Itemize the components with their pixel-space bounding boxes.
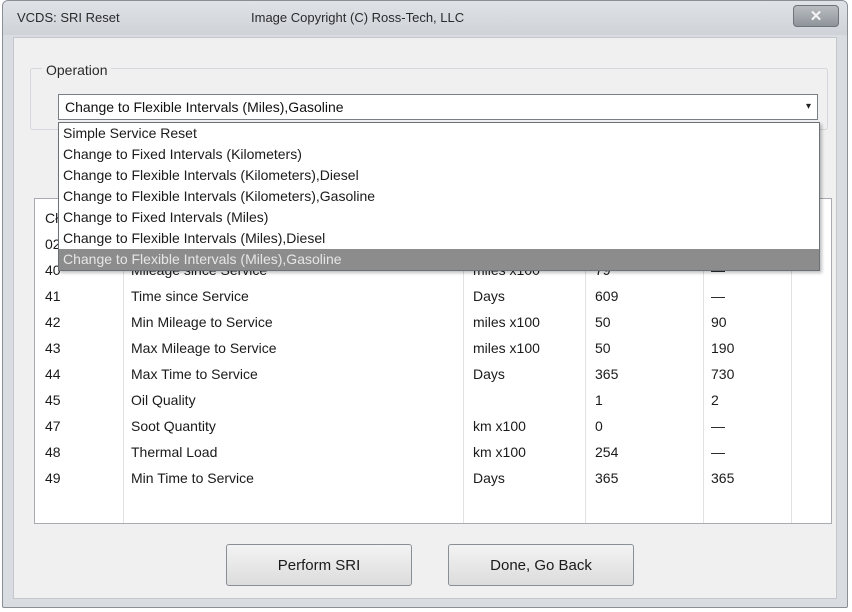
measurement-unit: miles x100: [473, 314, 540, 330]
measurement-name: Soot Quantity: [131, 418, 216, 434]
measurement-name: Min Mileage to Service: [131, 314, 273, 330]
measurement-name: Max Mileage to Service: [131, 340, 277, 356]
adjust-value: —: [711, 418, 725, 434]
channel-number: 49: [45, 470, 61, 486]
dropdown-option[interactable]: Change to Flexible Intervals (Miles),Die…: [59, 228, 819, 249]
measurement-name: Thermal Load: [131, 444, 218, 460]
current-value: 365: [595, 470, 619, 486]
perform-sri-button[interactable]: Perform SRI: [226, 544, 412, 586]
channel-number: 48: [45, 444, 61, 460]
measurement-unit: km x100: [473, 444, 526, 460]
dropdown-option[interactable]: Simple Service Reset: [59, 123, 819, 144]
current-value: 254: [595, 444, 619, 460]
adjust-value: 2: [711, 392, 719, 408]
measurement-unit: Days: [473, 366, 505, 382]
adjust-value: 90: [711, 314, 727, 330]
dropdown-option[interactable]: Change to Fixed Intervals (Kilometers): [59, 144, 819, 165]
table-row[interactable]: 44 Max Time to Service Days 365 730: [35, 361, 831, 387]
window-title: VCDS: SRI Reset: [17, 10, 120, 25]
adjust-value: 730: [711, 366, 735, 382]
current-value: 0: [595, 418, 603, 434]
measurement-unit: Days: [473, 470, 505, 486]
dropdown-option[interactable]: Change to Flexible Intervals (Kilometers…: [59, 186, 819, 207]
measurement-name: Max Time to Service: [131, 366, 258, 382]
current-value: 365: [595, 366, 619, 382]
operation-selected-value: Change to Flexible Intervals (Miles),Gas…: [65, 99, 344, 115]
adjust-value: —: [711, 288, 725, 304]
header-channel-partial: Cł: [45, 210, 59, 226]
adjust-value: 190: [711, 340, 735, 356]
current-value: 609: [595, 288, 619, 304]
copyright-text: Image Copyright (C) Ross-Tech, LLC: [251, 10, 465, 25]
channel-number: 43: [45, 340, 61, 356]
current-value: 50: [595, 314, 611, 330]
channel-number: 42: [45, 314, 61, 330]
close-icon: ✕: [809, 8, 823, 25]
adjust-value: —: [711, 444, 725, 460]
title-bar[interactable]: VCDS: SRI Reset Image Copyright (C) Ross…: [3, 1, 847, 35]
measurement-unit: Days: [473, 288, 505, 304]
dropdown-option[interactable]: Change to Flexible Intervals (Kilometers…: [59, 165, 819, 186]
measurement-unit: miles x100: [473, 340, 540, 356]
table-row[interactable]: 45 Oil Quality 1 2: [35, 387, 831, 413]
dropdown-option[interactable]: Change to Fixed Intervals (Miles): [59, 207, 819, 228]
measurement-name: Oil Quality: [131, 392, 196, 408]
vcds-sri-window: VCDS: SRI Reset Image Copyright (C) Ross…: [2, 0, 848, 608]
current-value: 1: [595, 392, 603, 408]
channel-number: 47: [45, 418, 61, 434]
operation-group-label: Operation: [42, 62, 112, 78]
operation-dropdown-list[interactable]: Simple Service Reset Change to Fixed Inte…: [58, 122, 820, 271]
dialog-client-area: Operation Change to Flexible Intervals (…: [13, 37, 837, 599]
adjust-value: 365: [711, 470, 735, 486]
table-row[interactable]: 42 Min Mileage to Service miles x100 50 90: [35, 309, 831, 335]
close-button[interactable]: ✕: [793, 5, 839, 27]
table-row[interactable]: 47 Soot Quantity km x100 0 —: [35, 413, 831, 439]
channel-number: 41: [45, 288, 61, 304]
measurement-name: Min Time to Service: [131, 470, 254, 486]
chevron-down-icon[interactable]: ▾: [806, 101, 811, 112]
table-row[interactable]: 41 Time since Service Days 609 —: [35, 283, 831, 309]
current-value: 50: [595, 340, 611, 356]
dropdown-option[interactable]: Change to Flexible Intervals (Miles),Gas…: [59, 249, 819, 270]
table-row[interactable]: 49 Min Time to Service Days 365 365: [35, 465, 831, 491]
channel-number: 44: [45, 366, 61, 382]
measurement-unit: km x100: [473, 418, 526, 434]
measurement-name: Time since Service: [131, 288, 249, 304]
table-row[interactable]: 43 Max Mileage to Service miles x100 50 190: [35, 335, 831, 361]
table-row[interactable]: 48 Thermal Load km x100 254 —: [35, 439, 831, 465]
done-go-back-button[interactable]: Done, Go Back: [448, 544, 634, 586]
operation-select[interactable]: Change to Flexible Intervals (Miles),Gas…: [58, 94, 818, 120]
channel-number: 45: [45, 392, 61, 408]
